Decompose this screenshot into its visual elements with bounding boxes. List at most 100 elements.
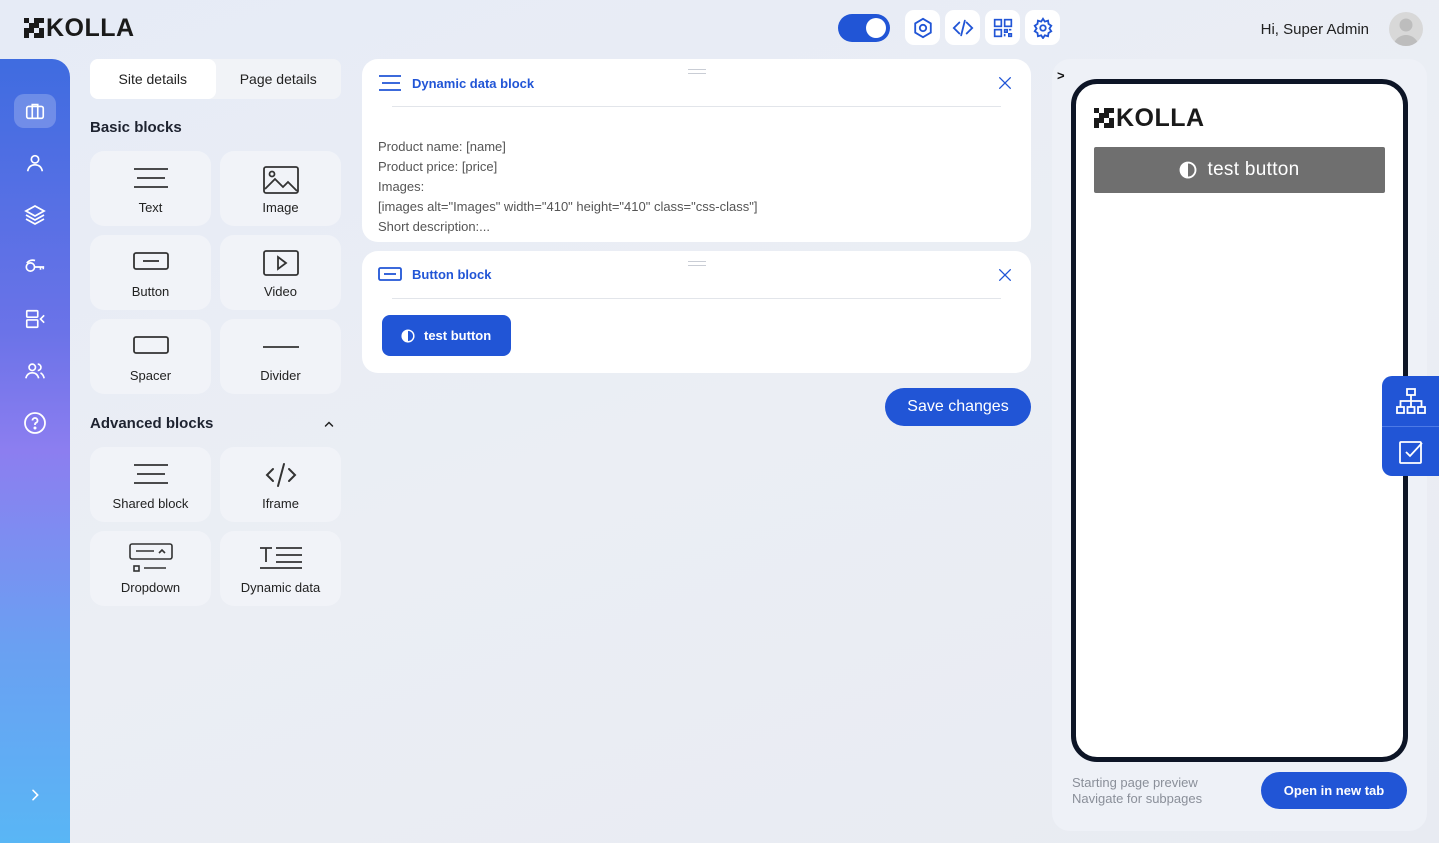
dynamic-data-icon (259, 547, 302, 569)
drag-handle-icon[interactable] (688, 69, 706, 74)
save-changes-button[interactable]: Save changes (885, 388, 1031, 426)
qr-code-icon (993, 18, 1012, 37)
block-tile-text[interactable]: Text (90, 151, 211, 226)
block-tile-label: Image (262, 200, 299, 215)
inbox-icon (25, 309, 45, 329)
card-title: Dynamic data block (412, 75, 535, 91)
content-line: Product name: [name] (378, 139, 506, 154)
card-divider (392, 298, 1001, 299)
preview-test-button[interactable]: test button (1094, 147, 1385, 193)
key-icon (25, 259, 45, 272)
dropdown-icon (128, 543, 173, 572)
sitemap-icon (1395, 388, 1426, 414)
card-divider (392, 106, 1001, 107)
content-line: Images: (378, 179, 425, 194)
sitemap-tab[interactable] (1382, 376, 1439, 426)
open-in-new-tab-button[interactable]: Open in new tab (1261, 772, 1407, 809)
contrast-icon (1180, 161, 1197, 179)
iframe-code-icon (265, 463, 296, 487)
block-tile-dynamic-data[interactable]: Dynamic data (220, 531, 341, 606)
app-logo: KOLLA (24, 14, 135, 42)
checklist-tab[interactable] (1382, 426, 1439, 476)
content-line: [images alt="Images" width="410" height=… (378, 199, 758, 214)
preview-note: Starting page preview Navigate for subpa… (1072, 775, 1202, 807)
text-lines-icon (379, 75, 401, 91)
block-tile-divider[interactable]: Divider (220, 319, 341, 394)
content-line: Product price: [price] (378, 159, 498, 174)
chevron-right-icon (32, 789, 39, 801)
close-dynamic-card-button[interactable] (997, 75, 1013, 96)
block-tile-label: Iframe (262, 496, 299, 511)
details-tabs: Site details Page details (90, 59, 341, 99)
video-icon (262, 250, 299, 276)
preview-logo: KOLLA (1094, 104, 1205, 132)
hexagon-settings-button[interactable] (905, 10, 940, 45)
help-icon (24, 412, 46, 434)
test-button[interactable]: test button (382, 315, 512, 356)
preview-note-line: Starting page preview (1072, 775, 1198, 790)
block-tile-iframe[interactable]: Iframe (220, 447, 341, 522)
block-tile-video[interactable]: Video (220, 235, 341, 310)
logo-text: KOLLA (46, 14, 135, 42)
collapse-advanced-button[interactable] (322, 417, 336, 435)
block-tile-dropdown[interactable]: Dropdown (90, 531, 211, 606)
block-tile-label: Divider (260, 368, 301, 383)
sidebar-item-access[interactable] (14, 250, 56, 284)
drag-handle-icon[interactable] (688, 261, 706, 266)
layers-icon (24, 204, 46, 226)
qr-code-button[interactable] (985, 10, 1020, 45)
code-icon (952, 19, 973, 36)
close-icon (999, 269, 1011, 281)
sidebar-item-profile[interactable] (14, 146, 56, 180)
dynamic-data-card: Dynamic data block Product name: [name] P… (362, 59, 1031, 242)
advanced-blocks-title: Advanced blocks (90, 415, 214, 432)
dynamic-data-content: Product name: [name] Product price: [pric… (378, 137, 757, 237)
block-tile-button[interactable]: Button (90, 235, 211, 310)
block-tile-shared-block[interactable]: Shared block (90, 447, 211, 522)
sidebar-item-forms[interactable] (14, 302, 56, 336)
block-tile-label: Shared block (112, 496, 189, 511)
block-tile-label: Text (138, 200, 163, 215)
close-button-card-button[interactable] (997, 267, 1013, 288)
sidebar-expand-button[interactable] (14, 778, 56, 812)
logo-mark-icon (24, 18, 44, 38)
collapse-preview-button[interactable]: > (1057, 68, 1065, 83)
spacer-icon (132, 336, 169, 354)
user-avatar-icon (1393, 18, 1419, 46)
block-tile-spacer[interactable]: Spacer (90, 319, 211, 394)
users-icon (25, 363, 45, 379)
user-greeting: Hi, Super Admin (1260, 21, 1369, 38)
preview-logo-text: KOLLA (1116, 104, 1205, 132)
preview-button-label: test button (1207, 159, 1300, 180)
settings-button[interactable] (1025, 10, 1060, 45)
sidebar-item-sites[interactable] (14, 94, 56, 128)
block-tile-label: Spacer (129, 368, 172, 383)
button-icon (378, 267, 402, 281)
gear-icon (1032, 16, 1053, 39)
close-icon (999, 77, 1011, 89)
basic-blocks-title: Basic blocks (90, 119, 182, 136)
block-tile-label: Dynamic data (240, 580, 321, 595)
block-tile-label: Dropdown (120, 580, 181, 595)
content-line: Short description:... (378, 219, 490, 234)
sidebar-rail (0, 59, 70, 843)
tab-site-details[interactable]: Site details (90, 59, 216, 99)
sidebar-item-users[interactable] (14, 354, 56, 388)
button-block-card: Button block test button (362, 251, 1031, 373)
tab-page-details[interactable]: Page details (216, 59, 342, 99)
sidebar-item-help[interactable] (14, 406, 56, 440)
text-lines-icon (133, 168, 168, 188)
code-button[interactable] (945, 10, 980, 45)
block-tile-label: Button (131, 284, 170, 299)
block-tile-image[interactable]: Image (220, 151, 341, 226)
sidebar-item-layers[interactable] (14, 198, 56, 232)
card-header: Button block (378, 266, 491, 282)
card-title: Button block (412, 266, 492, 282)
checkbox-icon (1398, 440, 1423, 464)
hexagon-settings-icon (913, 17, 932, 38)
briefcase-icon (25, 103, 45, 120)
user-icon (26, 154, 44, 172)
avatar[interactable] (1389, 12, 1423, 46)
phone-preview-frame: KOLLA test button (1071, 79, 1408, 762)
preview-toggle[interactable] (838, 13, 890, 42)
